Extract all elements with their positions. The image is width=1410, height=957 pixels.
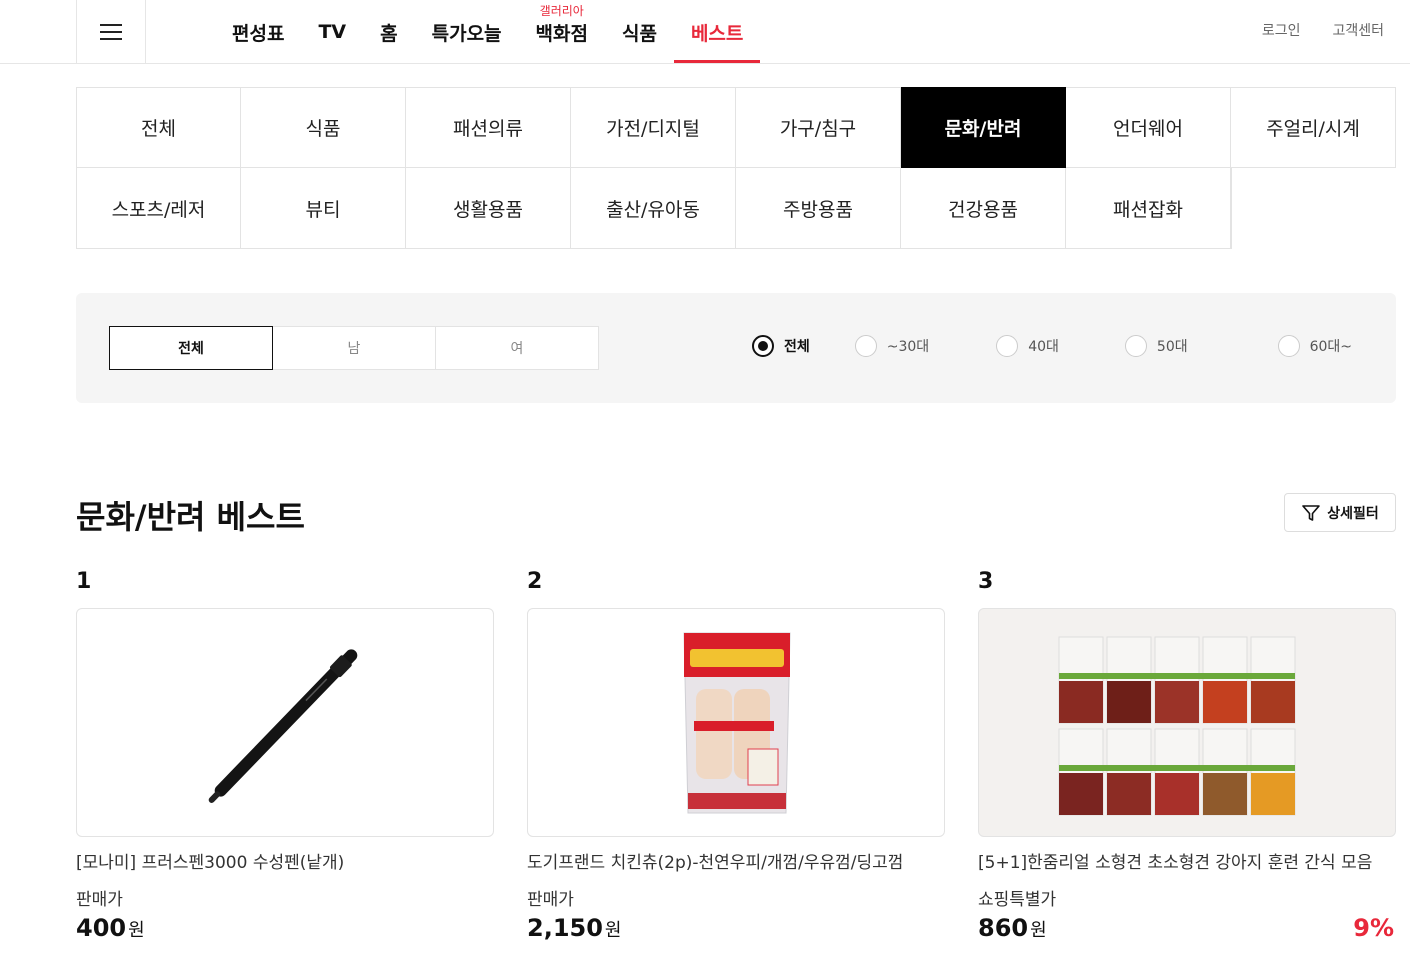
- detail-filter-label: 상세필터: [1327, 505, 1379, 522]
- category-kitchen[interactable]: 주방용품: [736, 168, 901, 249]
- main-nav: 편성표 TV 홈 특가오늘 갤러리아 백화점 식품 베스트: [215, 0, 761, 64]
- age-40-radio[interactable]: 40대: [996, 335, 1059, 357]
- age-filter: 전체 ~30대 40대 50대 60대~: [752, 335, 1352, 357]
- pen-image: [208, 649, 358, 803]
- radio-icon: [854, 335, 877, 357]
- nav-sup-label: 갤러리아: [539, 4, 584, 18]
- age-50-radio[interactable]: 50대: [1124, 335, 1188, 357]
- pet-treat-packages-image: [1058, 636, 1296, 816]
- nav-label: 식품: [621, 22, 657, 45]
- category-culture-pet[interactable]: 문화/반려: [901, 87, 1066, 168]
- nav-label: 홈: [380, 22, 398, 45]
- section-title: 문화/반려 베스트: [76, 498, 305, 536]
- price-value: 400: [76, 914, 127, 942]
- nav-home[interactable]: 홈: [363, 0, 414, 64]
- nav-food[interactable]: 식품: [605, 0, 674, 64]
- rank-number: 2: [527, 569, 543, 594]
- age-label: ~30대: [886, 339, 930, 355]
- radio-icon: [1277, 335, 1300, 357]
- product-name[interactable]: [모나미] 프러스펜3000 수성펜(낱개): [76, 851, 494, 875]
- discount-rate: 9%: [1353, 914, 1394, 942]
- category-sports[interactable]: 스포츠/레저: [76, 168, 241, 249]
- rank-number: 1: [76, 569, 92, 594]
- radio-icon: [1124, 335, 1147, 357]
- category-grid: 전체 식품 패션의류 가전/디지털 가구/침구 문화/반려 언더웨어 주얼리/시…: [76, 87, 1396, 249]
- category-food[interactable]: 식품: [241, 87, 406, 168]
- price-label: 판매가: [76, 890, 123, 910]
- rank-number: 3: [978, 569, 994, 594]
- category-all[interactable]: 전체: [76, 87, 241, 168]
- product-card: 2 도기프랜드 치킨츄(2p)-천연우피/개껌/우유껌/딩고껌 판매가 2,15…: [527, 568, 945, 942]
- category-electronics[interactable]: 가전/디지털: [571, 87, 736, 168]
- nav-tv[interactable]: TV: [301, 0, 363, 64]
- customer-center-link[interactable]: 고객센터: [1332, 20, 1384, 40]
- gender-all-button[interactable]: 전체: [109, 326, 273, 370]
- gender-female-button[interactable]: 여: [435, 326, 599, 370]
- nav-label: 특가오늘: [431, 22, 502, 45]
- nav-schedule[interactable]: 편성표: [215, 0, 301, 64]
- product-image[interactable]: [978, 608, 1396, 837]
- price-value: 2,150: [527, 914, 603, 942]
- header: 편성표 TV 홈 특가오늘 갤러리아 백화점 식품 베스트 로그인 고객센터: [0, 0, 1410, 64]
- age-60-radio[interactable]: 60대~: [1277, 335, 1353, 357]
- gender-filter: 전체 남 여: [109, 326, 599, 370]
- nav-today-deal[interactable]: 특가오늘: [415, 0, 519, 64]
- gender-male-button[interactable]: 남: [272, 326, 436, 370]
- currency-unit: 원: [1030, 920, 1047, 941]
- nav-label: 백화점: [535, 22, 588, 45]
- nav-label: TV: [318, 21, 347, 43]
- detail-filter-button[interactable]: 상세필터: [1284, 493, 1396, 532]
- currency-unit: 원: [128, 920, 145, 941]
- dog-chew-package-image: [683, 632, 791, 814]
- filter-panel: 전체 남 여 전체 ~30대 40대 50대 60대~: [76, 293, 1396, 403]
- nav-label: 편성표: [232, 22, 285, 45]
- category-baby-kids[interactable]: 출산/유아동: [571, 168, 736, 249]
- category-empty-cell: [1231, 168, 1396, 249]
- radio-icon: [996, 335, 1019, 357]
- product-name[interactable]: [5+1]한줌리얼 소형견 초소형견 강아지 훈련 간식 모음: [978, 851, 1396, 875]
- currency-unit: 원: [604, 920, 622, 941]
- product-card: 1 [모나미] 프러스펜3000 수성펜(낱개) 판매가 400 원: [76, 568, 494, 942]
- category-underwear[interactable]: 언더웨어: [1066, 87, 1231, 168]
- age-all-radio[interactable]: 전체: [752, 335, 810, 357]
- age-label: 40대: [1028, 339, 1059, 355]
- menu-button[interactable]: [76, 0, 146, 64]
- category-living[interactable]: 생활용품: [406, 168, 571, 249]
- product-price: 400 원: [76, 914, 494, 942]
- category-jewelry-watch[interactable]: 주얼리/시계: [1231, 87, 1396, 168]
- category-fashion-goods[interactable]: 패션잡화: [1066, 168, 1231, 249]
- price-label: 판매가: [527, 890, 574, 910]
- product-image[interactable]: [76, 608, 494, 837]
- filter-icon: [1302, 504, 1321, 521]
- age-label: 60대~: [1309, 339, 1353, 355]
- product-name[interactable]: 도기프랜드 치킨츄(2p)-천연우피/개껌/우유껌/딩고껌: [527, 851, 945, 875]
- nav-department-store[interactable]: 갤러리아 백화점: [519, 0, 605, 64]
- product-image[interactable]: [527, 608, 945, 837]
- login-link[interactable]: 로그인: [1262, 20, 1301, 40]
- nav-best[interactable]: 베스트: [673, 0, 761, 64]
- category-furniture[interactable]: 가구/침구: [736, 87, 901, 168]
- hamburger-icon: [100, 24, 122, 40]
- radio-checked-icon: [752, 335, 774, 357]
- product-price: 860 원 9%: [978, 914, 1396, 942]
- category-health[interactable]: 건강용품: [901, 168, 1066, 249]
- age-label: 전체: [784, 339, 810, 355]
- price-value: 860: [978, 914, 1029, 942]
- price-label: 쇼핑특별가: [978, 890, 1057, 910]
- category-fashion-clothing[interactable]: 패션의류: [406, 87, 571, 168]
- age-label: 50대: [1156, 339, 1188, 355]
- nav-label: 베스트: [690, 22, 744, 45]
- product-price: 2,150 원: [527, 914, 945, 942]
- category-beauty[interactable]: 뷰티: [241, 168, 406, 249]
- util-menu: 로그인 고객센터: [1262, 0, 1384, 60]
- age-30-radio[interactable]: ~30대: [854, 335, 930, 357]
- product-card: 3 [5+1]한줌리얼 소형견 초소형견 강아지 훈련 간식 모음 쇼핑특별가 …: [978, 568, 1396, 942]
